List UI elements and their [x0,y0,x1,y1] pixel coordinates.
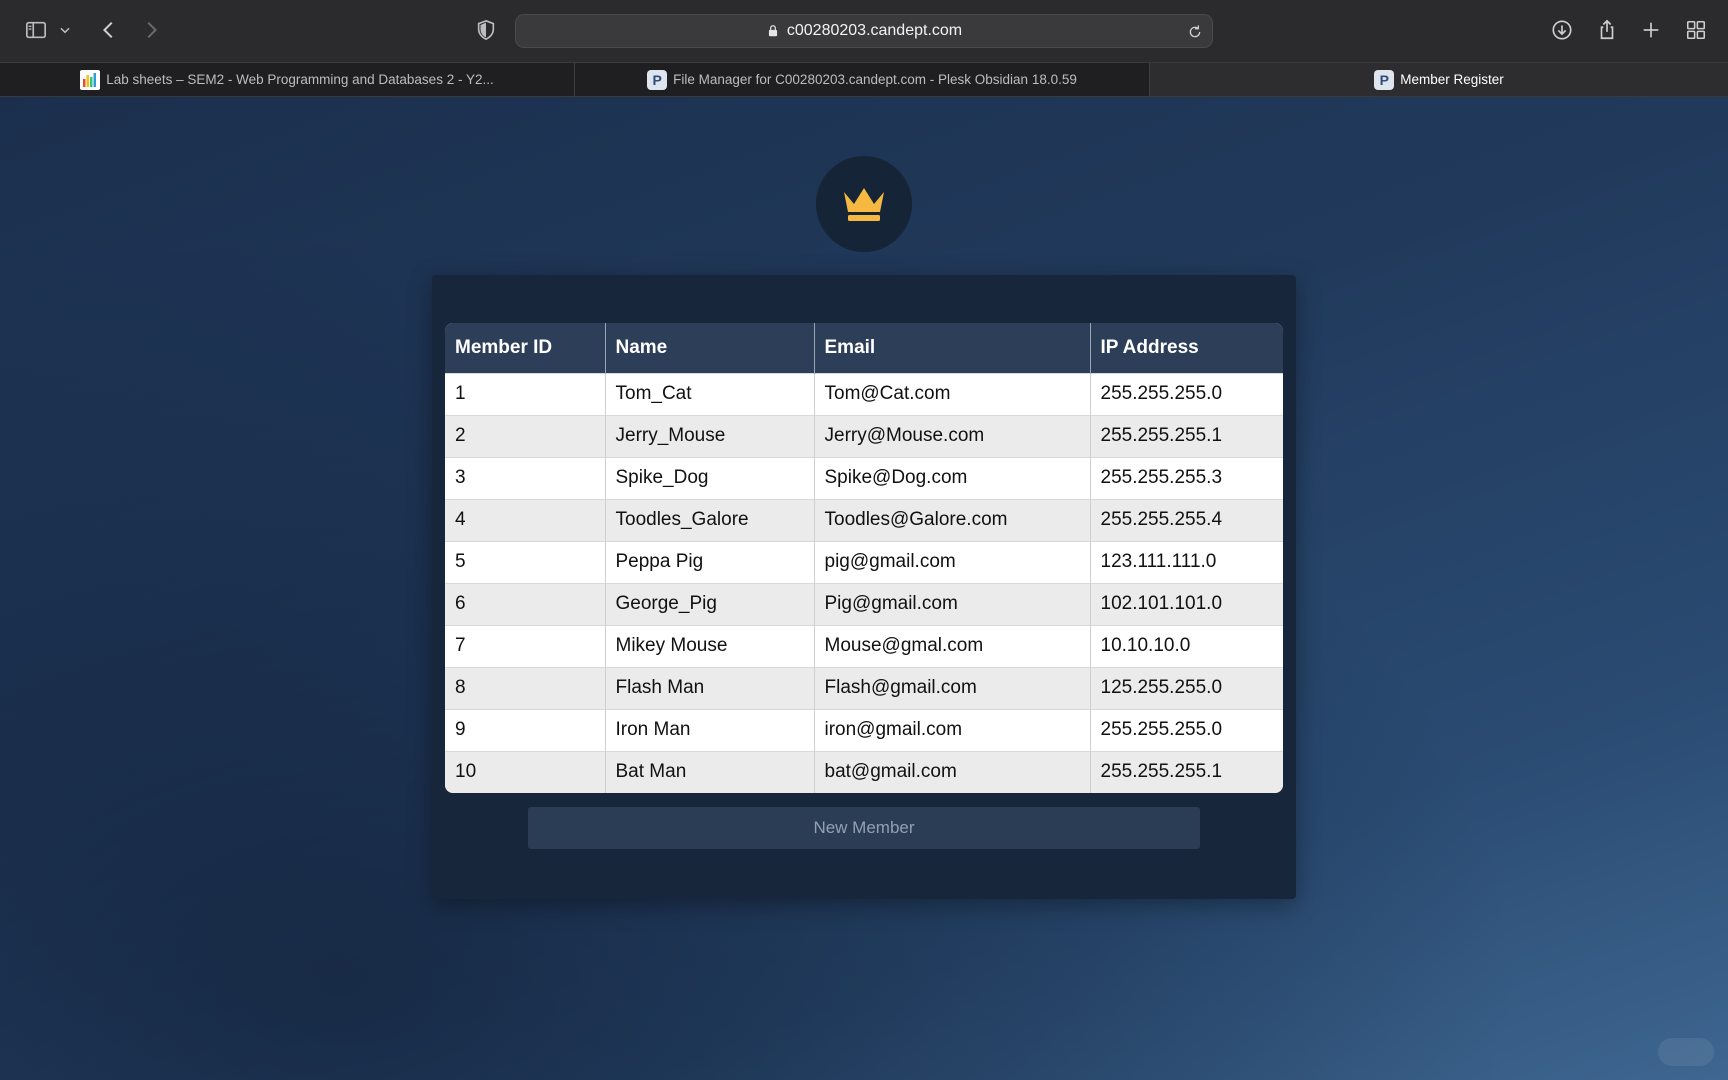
back-button[interactable] [93,14,125,46]
grid-icon [1686,20,1706,40]
cell-email: Flash@gmail.com [814,666,1091,709]
cell-email: bat@gmail.com [814,750,1091,793]
plus-icon [1643,22,1659,38]
plesk-favicon-icon: P [647,69,668,90]
cell-ip-address: 10.10.10.0 [1090,624,1283,667]
tab-lab-sheets[interactable]: Lab sheets – SEM2 - Web Programming and … [0,63,575,96]
page-content: Member ID Name Email IP Address 1 Tom_Cat… [0,97,1728,1080]
cell-name: Jerry_Mouse [605,414,815,457]
cell-member-id: 1 [445,372,606,415]
privacy-shield-button[interactable] [470,14,502,46]
column-header-member-id: Member ID [445,323,606,373]
table-row: 2 Jerry_Mouse Jerry@Mouse.com 255.255.255.1 [445,414,1283,457]
cell-ip-address: 255.255.255.0 [1090,708,1283,751]
tab-file-manager[interactable]: P File Manager for C00280203.candept.com… [575,63,1150,96]
column-header-name: Name [605,323,815,373]
logo-avatar [816,156,912,252]
cell-ip-address: 255.255.255.4 [1090,498,1283,541]
shield-icon [477,19,495,41]
share-icon [1600,19,1614,40]
url-text: c00280203.candept.com [786,22,963,39]
cell-ip-address: 255.255.255.0 [1090,372,1283,415]
cell-name: Mikey Mouse [605,624,815,667]
column-header-email: Email [814,323,1091,373]
cell-email: Spike@Dog.com [814,456,1091,499]
chevron-left-icon [102,21,113,39]
download-icon [1552,20,1572,40]
cell-member-id: 8 [445,666,606,709]
chevron-down-icon [60,27,70,34]
table-row: 7 Mikey Mouse Mouse@gmal.com 10.10.10.0 [445,624,1283,667]
reload-button[interactable] [1184,21,1206,43]
address-bar[interactable]: c00280203.candept.com [515,14,1213,48]
cell-name: Flash Man [605,666,815,709]
cell-name: Spike_Dog [605,456,815,499]
cell-name: Tom_Cat [605,372,815,415]
cell-member-id: 3 [445,456,606,499]
column-header-ip-address: IP Address [1090,323,1283,373]
forward-button[interactable] [135,14,167,46]
watermark-badge [1658,1038,1714,1066]
cell-ip-address: 255.255.255.1 [1090,750,1283,793]
table-row: 4 Toodles_Galore Toodles@Galore.com 255.255… [445,498,1283,541]
tab-member-register[interactable]: P Member Register [1150,63,1728,96]
cell-member-id: 5 [445,540,606,583]
tab-label: Lab sheets – SEM2 - Web Programming and … [106,72,494,87]
member-table: Member ID Name Email IP Address 1 Tom_Cat… [445,323,1283,793]
cell-ip-address: 255.255.255.3 [1090,456,1283,499]
cell-email: Toodles@Galore.com [814,498,1091,541]
table-row: 3 Spike_Dog Spike@Dog.com 255.255.255.3 [445,456,1283,499]
cell-ip-address: 125.255.255.0 [1090,666,1283,709]
sidebar-toggle-button[interactable] [20,14,52,46]
cell-email: Mouse@gmal.com [814,624,1091,667]
member-table-container: Member ID Name Email IP Address 1 Tom_Cat… [445,323,1283,793]
chart-favicon-icon [80,69,101,90]
table-row: 8 Flash Man Flash@gmail.com 125.255.255.0 [445,666,1283,709]
share-button[interactable] [1591,14,1623,46]
member-card: Member ID Name Email IP Address 1 Tom_Cat… [432,275,1296,899]
crown-icon [844,188,884,221]
cell-email: iron@gmail.com [814,708,1091,751]
browser-toolbar: c00280203.candept.com [0,0,1728,62]
cell-email: pig@gmail.com [814,540,1091,583]
table-row: 5 Peppa Pig pig@gmail.com 123.111.111.0 [445,540,1283,583]
cell-member-id: 4 [445,498,606,541]
cell-email: Jerry@Mouse.com [814,414,1091,457]
cell-member-id: 7 [445,624,606,667]
cell-name: Iron Man [605,708,815,751]
cell-member-id: 2 [445,414,606,457]
cell-member-id: 6 [445,582,606,625]
new-tab-button[interactable] [1635,14,1667,46]
tab-bar: Lab sheets – SEM2 - Web Programming and … [0,62,1728,97]
cell-member-id: 10 [445,750,606,793]
cell-name: Peppa Pig [605,540,815,583]
chevron-right-icon [147,21,158,39]
tab-group-dropdown-button[interactable] [54,14,76,46]
cell-email: Pig@gmail.com [814,582,1091,625]
tab-overview-button[interactable] [1680,14,1712,46]
new-member-button[interactable]: New Member [528,807,1200,849]
tab-label: Member Register [1400,72,1504,87]
table-header-row: Member ID Name Email IP Address [445,323,1283,373]
sidebar-icon [26,21,46,39]
table-row: 6 George_Pig Pig@gmail.com 102.101.101.0 [445,582,1283,625]
cell-member-id: 9 [445,708,606,751]
cell-email: Tom@Cat.com [814,372,1091,415]
table-row: 9 Iron Man iron@gmail.com 255.255.255.0 [445,708,1283,751]
cell-ip-address: 123.111.111.0 [1090,540,1283,583]
lock-icon [766,23,780,39]
table-row: 1 Tom_Cat Tom@Cat.com 255.255.255.0 [445,372,1283,415]
cell-ip-address: 102.101.101.0 [1090,582,1283,625]
reload-icon [1189,25,1201,38]
plesk-favicon-icon: P [1374,69,1395,90]
cell-name: George_Pig [605,582,815,625]
cell-name: Bat Man [605,750,815,793]
downloads-button[interactable] [1546,14,1578,46]
tab-label: File Manager for C00280203.candept.com -… [673,72,1077,87]
cell-ip-address: 255.255.255.1 [1090,414,1283,457]
table-row: 10 Bat Man bat@gmail.com 255.255.255.1 [445,750,1283,793]
cell-name: Toodles_Galore [605,498,815,541]
